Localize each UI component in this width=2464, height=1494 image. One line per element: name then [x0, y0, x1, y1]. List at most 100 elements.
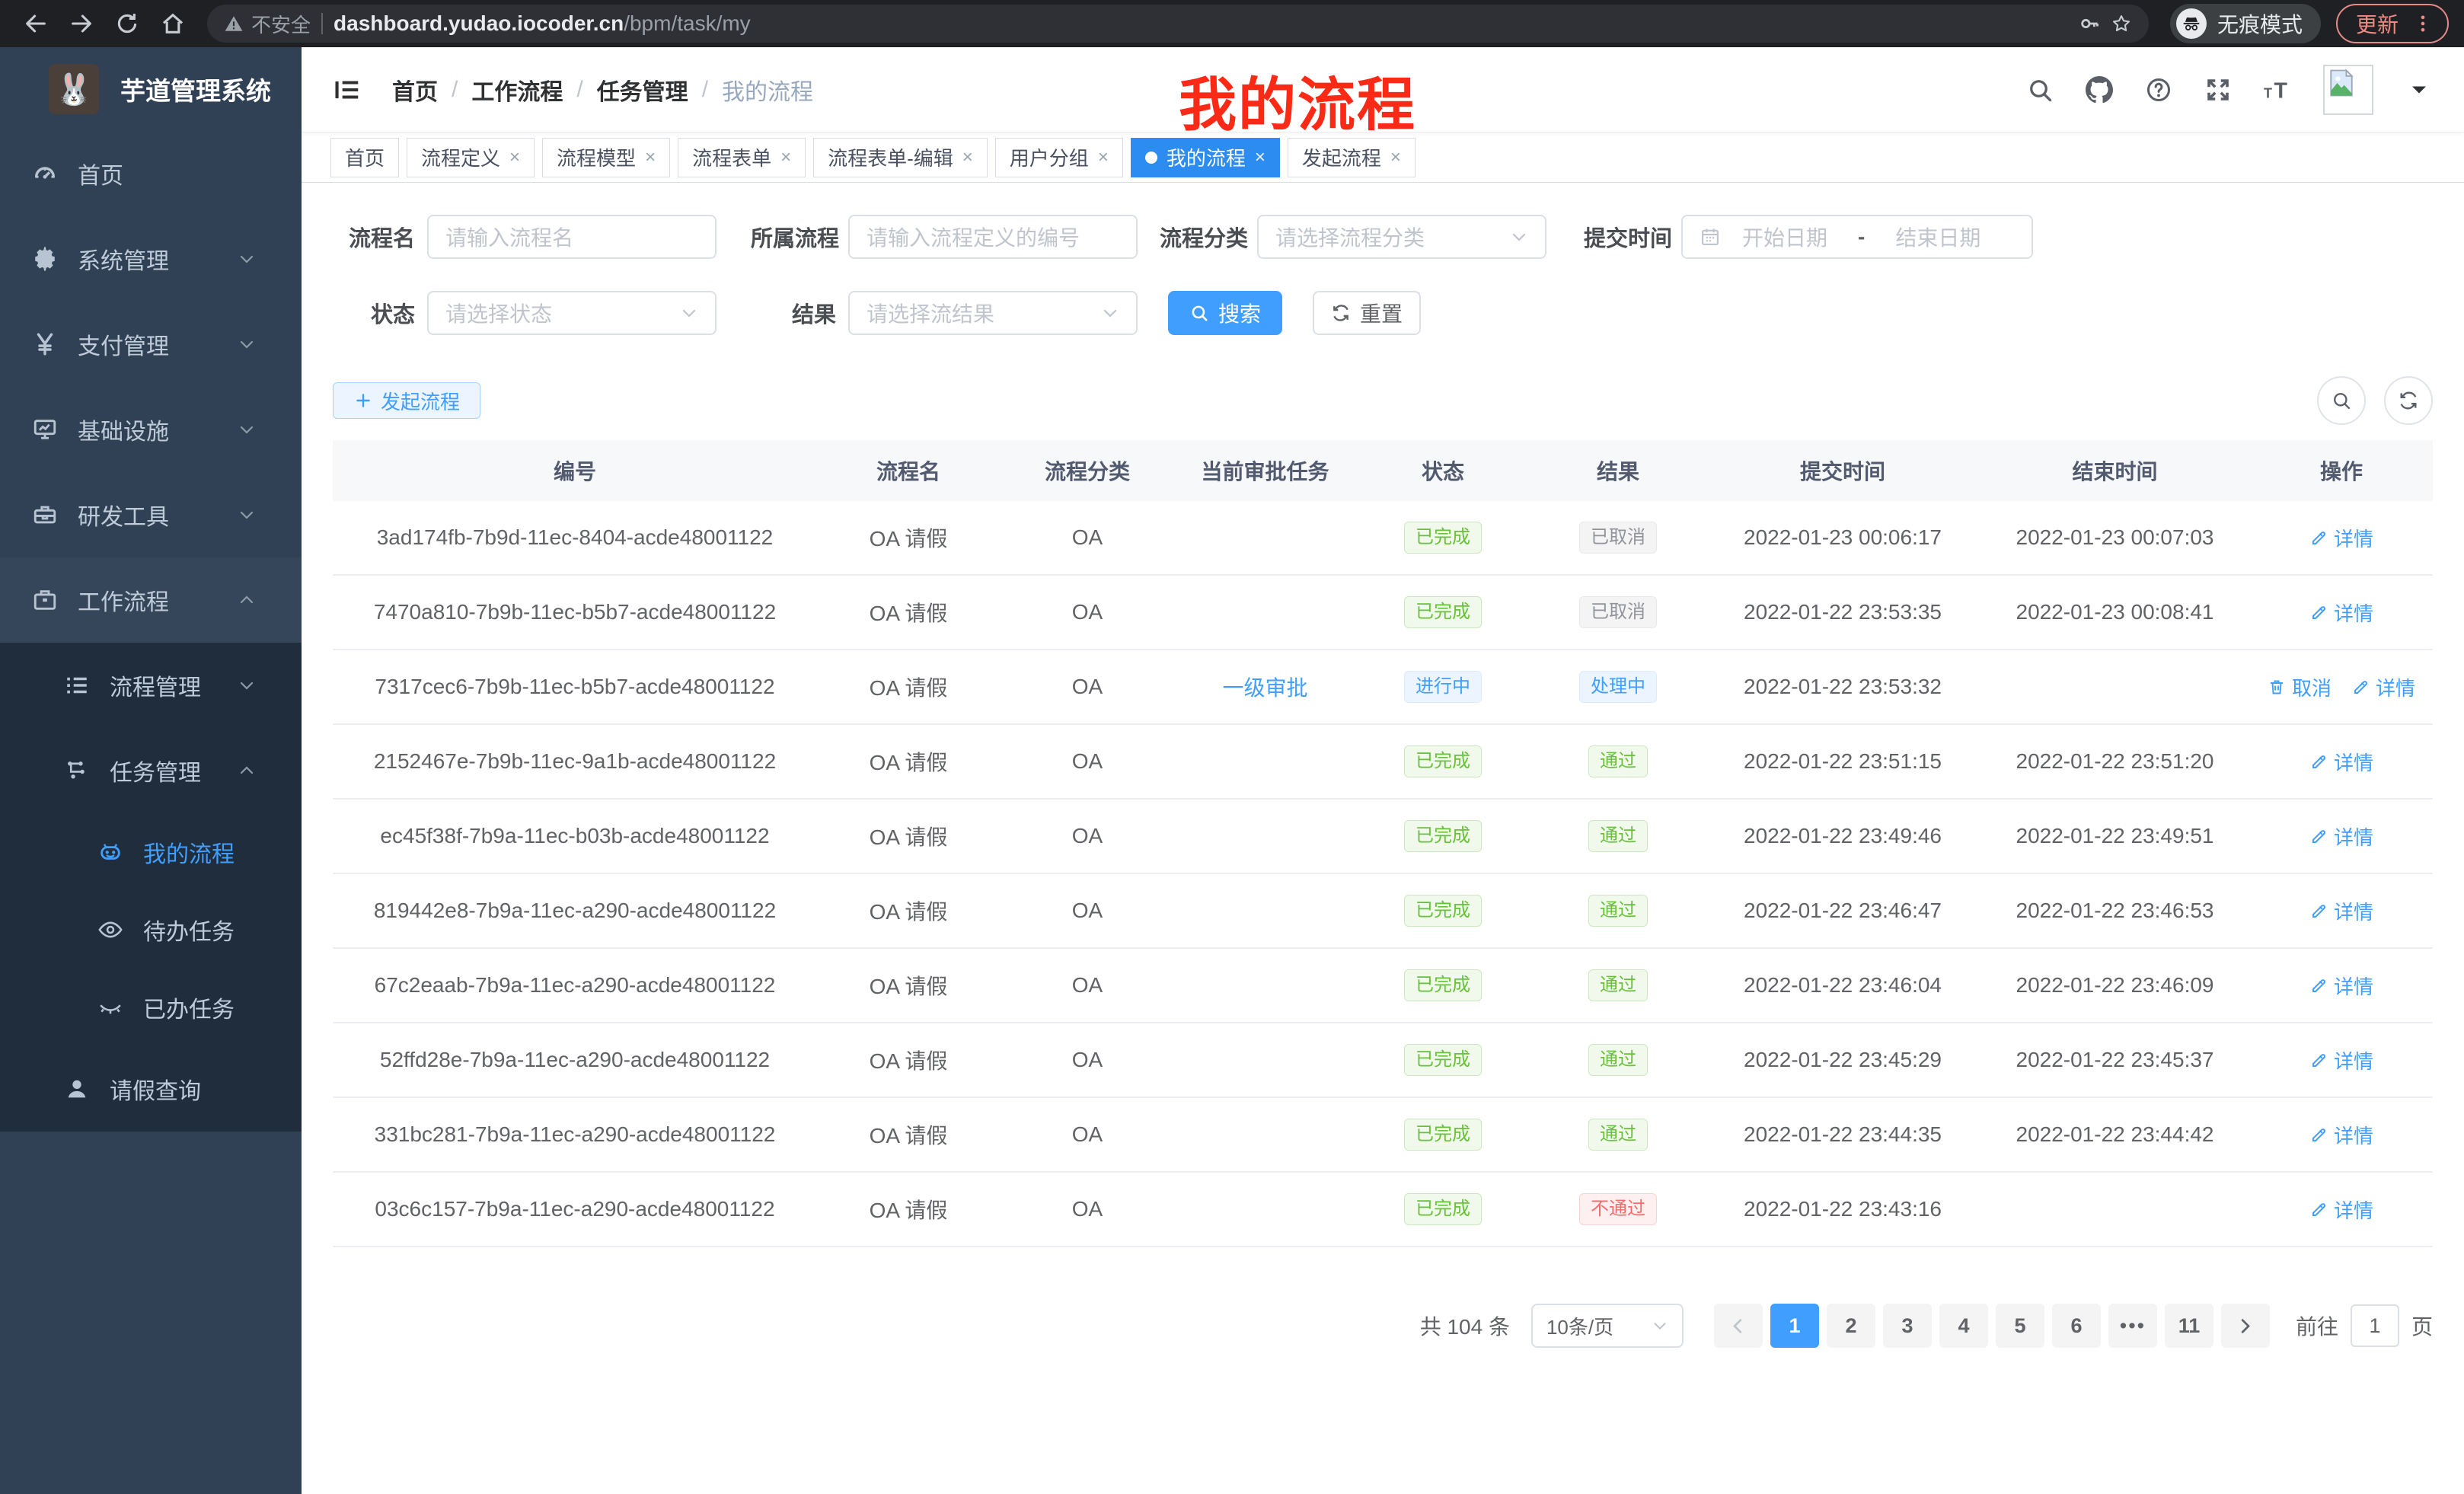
font-size-icon[interactable]: TT: [2264, 76, 2291, 104]
close-icon[interactable]: ×: [780, 147, 791, 168]
next-page-button[interactable]: [2221, 1304, 2270, 1348]
sidebar-item-leave-query[interactable]: 请假查询: [0, 1046, 302, 1132]
detail-link[interactable]: 详情: [2309, 822, 2373, 851]
tab-home[interactable]: 首页: [330, 138, 399, 177]
status-badge: 已完成: [1404, 596, 1482, 628]
cell-status: 已完成: [1355, 745, 1530, 777]
browser-reload-button[interactable]: [107, 3, 148, 44]
page-button-5[interactable]: 5: [1996, 1304, 2044, 1348]
page-button-4[interactable]: 4: [1939, 1304, 1988, 1348]
cell-status: 已完成: [1355, 895, 1530, 927]
page-size-select[interactable]: 10条/页: [1531, 1304, 1684, 1348]
app-logo[interactable]: 🐰 芋道管理系统: [0, 47, 302, 131]
status-select[interactable]: 请选择状态: [427, 291, 717, 335]
cell-status: 已完成: [1355, 1119, 1530, 1151]
page-button-1[interactable]: 1: [1770, 1304, 1819, 1348]
search-button[interactable]: 搜索: [1168, 291, 1282, 335]
page-button-6[interactable]: 6: [2052, 1304, 2101, 1348]
url-path: /bpm/task/my: [624, 11, 750, 35]
page-button-2[interactable]: 2: [1827, 1304, 1875, 1348]
process-definition-input[interactable]: 请输入流程定义的编号: [848, 215, 1138, 259]
avatar[interactable]: [2323, 65, 2373, 115]
cell-submit-time: 2022-01-22 23:45:29: [1706, 1048, 1980, 1072]
browser-home-button[interactable]: [152, 3, 193, 44]
close-icon[interactable]: ×: [645, 147, 656, 168]
sidebar-collapse-icon[interactable]: [333, 75, 362, 104]
tab-start-process[interactable]: 发起流程×: [1288, 138, 1416, 177]
page-ellipsis[interactable]: •••: [2108, 1304, 2157, 1348]
close-icon[interactable]: ×: [1255, 147, 1266, 168]
sidebar-item-infrastructure[interactable]: 基础设施: [0, 387, 302, 472]
github-icon[interactable]: [2086, 76, 2113, 104]
site-security[interactable]: 不安全: [224, 10, 311, 38]
breadcrumb-workflow[interactable]: 工作流程: [471, 73, 563, 107]
tab-my-process[interactable]: 我的流程×: [1131, 138, 1280, 177]
tab-process-definition[interactable]: 流程定义×: [407, 138, 535, 177]
detail-link[interactable]: 详情: [2309, 1196, 2373, 1224]
help-icon[interactable]: [2145, 76, 2172, 104]
user-icon: [64, 1076, 90, 1102]
process-name-input[interactable]: 请输入流程名: [427, 215, 717, 259]
cell-status: 已完成: [1355, 596, 1530, 628]
tab-user-group[interactable]: 用户分组×: [995, 138, 1123, 177]
close-icon[interactable]: ×: [1390, 147, 1401, 168]
breadcrumb-task-management[interactable]: 任务管理: [597, 73, 688, 107]
key-icon[interactable]: [2079, 13, 2100, 34]
red-annotation: 我的流程: [1179, 58, 1416, 142]
result-badge: 通过: [1588, 969, 1648, 1001]
tab-process-form[interactable]: 流程表单×: [678, 138, 806, 177]
toggle-search-button[interactable]: [2317, 376, 2366, 425]
sidebar-item-done-tasks[interactable]: 已办任务: [0, 969, 302, 1046]
create-process-button[interactable]: 发起流程: [333, 382, 480, 419]
chevron-down-icon: [1652, 1317, 1668, 1334]
breadcrumb-home[interactable]: 首页: [392, 73, 438, 107]
detail-link[interactable]: 详情: [2309, 1046, 2373, 1074]
address-bar[interactable]: 不安全 dashboard.yudao.iocoder.cn/bpm/task/…: [207, 5, 2149, 43]
close-icon[interactable]: ×: [509, 147, 520, 168]
detail-link[interactable]: 详情: [2309, 972, 2373, 1000]
cell-submit-time: 2022-01-22 23:46:47: [1706, 899, 1980, 923]
result-badge: 通过: [1588, 895, 1648, 927]
detail-link[interactable]: 详情: [2309, 748, 2373, 776]
detail-link[interactable]: 详情: [2309, 897, 2373, 925]
reset-button[interactable]: 重置: [1313, 291, 1421, 335]
close-icon[interactable]: ×: [1098, 147, 1109, 168]
category-select[interactable]: 请选择流程分类: [1257, 215, 1546, 259]
sidebar-item-todo-tasks[interactable]: 待办任务: [0, 891, 302, 969]
goto-page-input[interactable]: 1: [2351, 1304, 2399, 1347]
page-button-11[interactable]: 11: [2165, 1304, 2213, 1348]
cancel-link[interactable]: 取消: [2268, 673, 2332, 701]
table-row: 819442e8-7b9a-11ec-a290-acde48001122OA 请…: [333, 874, 2433, 949]
tab-process-model[interactable]: 流程模型×: [542, 138, 670, 177]
sidebar-item-process-management[interactable]: 流程管理: [0, 643, 302, 728]
detail-link[interactable]: 详情: [2309, 599, 2373, 627]
search-icon[interactable]: [2026, 76, 2054, 104]
result-select[interactable]: 请选择流结果: [848, 291, 1138, 335]
detail-link[interactable]: 详情: [2309, 1121, 2373, 1149]
task-link[interactable]: 一级审批: [1222, 676, 1307, 700]
sidebar-item-dev-tools[interactable]: 研发工具: [0, 472, 302, 557]
browser-menu-icon[interactable]: [2412, 13, 2434, 34]
refresh-table-button[interactable]: [2384, 376, 2433, 425]
tab-process-form-edit[interactable]: 流程表单-编辑×: [813, 138, 988, 177]
result-badge: 通过: [1588, 1119, 1648, 1151]
detail-link[interactable]: 详情: [2351, 673, 2415, 701]
sidebar-item-home[interactable]: 首页: [0, 131, 302, 216]
close-icon[interactable]: ×: [962, 147, 973, 168]
sidebar-item-workflow[interactable]: 工作流程: [0, 557, 302, 643]
submit-time-range-picker[interactable]: 开始日期 - 结束日期: [1681, 215, 2033, 259]
sidebar-item-my-process[interactable]: 我的流程: [0, 813, 302, 891]
bookmark-star-icon[interactable]: [2111, 13, 2132, 34]
prev-page-button[interactable]: [1714, 1304, 1763, 1348]
page-button-3[interactable]: 3: [1883, 1304, 1932, 1348]
page-unit: 页: [2411, 1310, 2433, 1341]
caret-down-icon[interactable]: [2405, 76, 2433, 104]
sidebar-item-payment-management[interactable]: 支付管理: [0, 302, 302, 387]
browser-back-button[interactable]: [15, 3, 56, 44]
sidebar-item-system-management[interactable]: 系统管理: [0, 216, 302, 302]
fullscreen-icon[interactable]: [2204, 76, 2232, 104]
browser-update-button[interactable]: 更新: [2336, 4, 2449, 43]
detail-link[interactable]: 详情: [2309, 524, 2373, 552]
sidebar-item-task-management[interactable]: 任务管理: [0, 728, 302, 813]
browser-forward-button[interactable]: [61, 3, 102, 44]
